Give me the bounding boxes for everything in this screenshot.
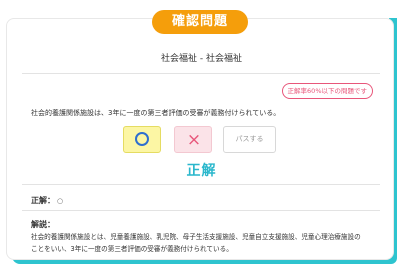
explanation-line: ことをいい、3年に一度の第三者評価の受審が義務付けられている。: [31, 245, 233, 253]
divider: [22, 184, 380, 185]
circle-icon: [135, 132, 149, 146]
explanation-text: 社会的養護関係施設とは、児童養護施設、乳児院、母子生活支援施設、児童自立支援施設…: [31, 231, 376, 255]
divider: [22, 73, 380, 74]
correct-answer-label: 正解：: [31, 196, 55, 205]
question-text: 社会的養護関係施設は、3年に一度の第三者評価の受審が義務付けられている。: [31, 109, 281, 117]
answer-true-button[interactable]: [123, 126, 161, 153]
correct-answer-value: ○: [57, 197, 64, 205]
explanation-line: 社会的養護関係施設とは、児童養護施設、乳児院、母子生活支援施設、児童自立支援施設…: [31, 233, 361, 241]
quiz-screen: 確認問題 社会福祉 - 社会福祉 正解率60%以下の問題です 社会的養護関係施設…: [0, 0, 403, 267]
result-label: 正解: [186, 163, 217, 179]
cross-icon: ×: [186, 130, 202, 150]
page-title: 確認問題: [152, 10, 248, 34]
divider: [22, 210, 380, 211]
explanation-title: 解説：: [31, 220, 55, 229]
difficulty-badge: 正解率60%以下の問題です: [281, 83, 373, 99]
question-category: 社会福祉 - 社会福祉: [161, 54, 242, 64]
correct-answer-row: 正解： ○: [31, 195, 63, 206]
answer-false-button[interactable]: ×: [174, 126, 212, 153]
pass-button[interactable]: パスする: [223, 126, 276, 153]
